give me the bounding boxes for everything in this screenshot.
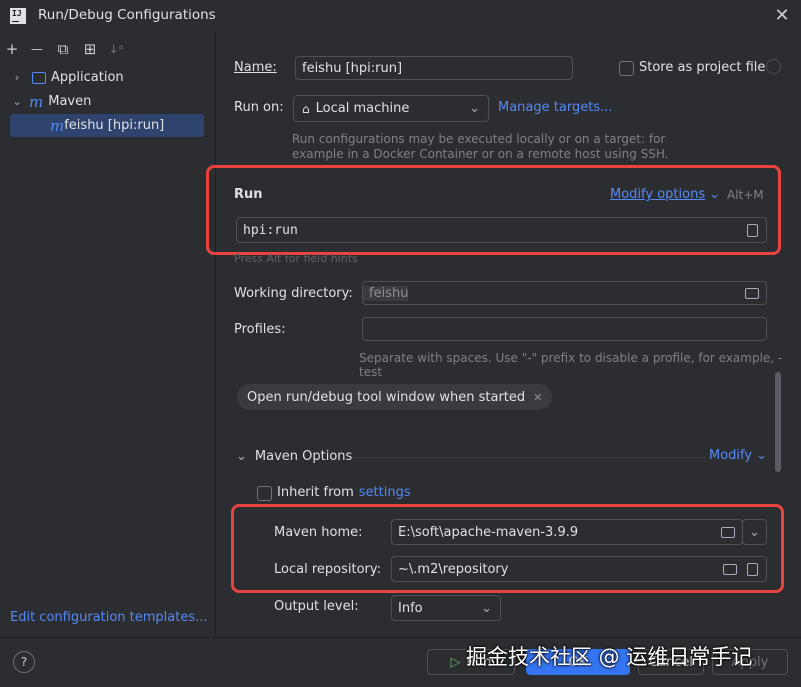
home-icon: ⌂ — [302, 101, 310, 116]
output-level-value: Info — [398, 600, 423, 616]
profiles-label: Profiles: — [234, 322, 286, 337]
modify-button[interactable]: Modify ⌄ — [709, 448, 767, 463]
working-directory-label: Working directory: — [234, 286, 353, 301]
profiles-field[interactable] — [362, 317, 767, 341]
chevron-down-icon: ⌄ — [236, 449, 247, 464]
copy-configuration-button[interactable]: ⧉ — [54, 40, 72, 58]
close-icon[interactable]: ✕ — [533, 391, 542, 404]
name-field[interactable]: feishu [hpi:run] — [295, 56, 573, 80]
chevron-down-icon: ⌄ — [749, 524, 760, 540]
configurations-tree-pane: + — ⧉ ⊞ ↓ᵃ › Application ⌄ m Maven m fei… — [0, 32, 216, 637]
run-section-title: Run — [234, 187, 263, 202]
gear-icon[interactable] — [766, 59, 781, 74]
tree-item-label: Maven — [48, 94, 92, 109]
store-as-project-file-label: Store as project file — [639, 60, 766, 75]
output-level-label: Output level: — [274, 599, 359, 614]
working-directory-field[interactable]: feishu — [362, 281, 767, 305]
maven-options-title: Maven Options — [254, 449, 353, 464]
tree-item-label: Application — [51, 70, 124, 85]
chevron-right-icon[interactable]: › — [10, 71, 24, 84]
play-icon: ▷ — [450, 654, 461, 670]
window-title: Run/Debug Configurations — [38, 7, 216, 23]
maven-home-field[interactable]: E:\soft\apache-maven-3.9.9 — [391, 519, 743, 545]
edit-templates-link[interactable]: Edit configuration templates... — [10, 610, 208, 625]
section-divider — [352, 457, 705, 458]
field-hint-text: Press Alt for field hints — [234, 252, 358, 265]
local-repository-field[interactable]: ~\.m2\repository — [391, 556, 767, 582]
application-icon — [32, 71, 46, 84]
maven-home-label: Maven home: — [274, 525, 363, 540]
modify-options-label: Modify options — [610, 187, 706, 202]
run-on-hint-line-1: Run configurations may be executed local… — [292, 132, 666, 146]
chevron-down-icon: ⌄ — [756, 448, 767, 463]
watermark-text: 掘金技术社区 @ 运维日常手记 — [466, 645, 753, 669]
local-repository-label: Local repository: — [274, 562, 381, 577]
run-on-hint-line-2: example in a Docker Container or on a re… — [292, 147, 669, 161]
modify-options-shortcut: Alt+M — [727, 188, 764, 202]
chevron-down-icon[interactable]: ⌄ — [10, 95, 24, 108]
folder-icon[interactable] — [745, 287, 759, 299]
intellij-logo-icon: IJ — [10, 8, 26, 24]
folder-icon[interactable] — [721, 526, 735, 538]
folder-icon[interactable] — [723, 563, 737, 575]
title-bar: IJ Run/Debug Configurations ✕ — [0, 0, 801, 32]
close-window-icon[interactable]: ✕ — [772, 6, 792, 26]
add-configuration-button[interactable]: + — [3, 40, 21, 58]
maven-home-dropdown[interactable]: ⌄ — [742, 519, 767, 545]
maven-home-value: E:\soft\apache-maven-3.9.9 — [398, 524, 579, 540]
name-value: feishu [hpi:run] — [302, 60, 403, 76]
run-on-value: Local machine — [315, 101, 410, 116]
tool-window-option-tag[interactable]: Open run/debug tool window when started … — [237, 384, 553, 410]
tool-window-option-label: Open run/debug tool window when started — [247, 389, 526, 405]
run-on-select[interactable]: ⌂ Local machine ⌄ — [293, 95, 489, 122]
chevron-down-icon: ⌄ — [481, 600, 492, 616]
expand-field-icon[interactable] — [747, 562, 758, 576]
expand-field-icon[interactable] — [747, 223, 758, 237]
store-as-project-file-checkbox[interactable] — [619, 61, 634, 76]
modify-label: Modify — [709, 448, 753, 463]
run-on-label: Run on: — [234, 100, 284, 115]
chevron-down-icon: ⌄ — [709, 187, 720, 202]
help-button[interactable]: ? — [13, 651, 35, 673]
inherit-from-settings-label: Inherit from settings — [277, 485, 411, 500]
command-line-field[interactable]: hpi:run — [236, 217, 767, 243]
profiles-hint: Separate with spaces. Use "-" prefix to … — [359, 351, 783, 379]
maven-icon: m — [29, 92, 44, 111]
maven-options-header[interactable]: ⌄ Maven Options — [236, 449, 352, 464]
inherit-from-settings-checkbox[interactable] — [257, 486, 272, 501]
command-line-value: hpi:run — [243, 222, 298, 238]
settings-link[interactable]: settings — [359, 485, 411, 500]
inherit-label: Inherit from — [277, 485, 354, 500]
maven-icon: m — [50, 116, 65, 135]
manage-targets-link[interactable]: Manage targets... — [498, 100, 612, 115]
modify-options-button[interactable]: Modify options ⌄ — [610, 187, 720, 202]
working-directory-value: feishu — [363, 285, 409, 301]
local-repository-value: ~\.m2\repository — [398, 561, 509, 577]
tree-item-feishu[interactable]: m feishu [hpi:run] — [10, 114, 204, 137]
new-folder-button[interactable]: ⊞ — [81, 40, 99, 58]
remove-configuration-button[interactable]: — — [28, 40, 46, 58]
sort-configurations-button[interactable]: ↓ᵃ — [107, 40, 125, 58]
tree-item-maven[interactable]: ⌄ m Maven — [10, 90, 204, 113]
chevron-down-icon: ⌄ — [469, 101, 480, 116]
scrollbar[interactable] — [775, 372, 781, 472]
output-level-select[interactable]: Info ⌄ — [391, 595, 501, 621]
name-label: Name: — [234, 60, 277, 75]
tree-item-label: feishu [hpi:run] — [64, 118, 165, 133]
tree-item-application[interactable]: › Application — [10, 66, 204, 89]
